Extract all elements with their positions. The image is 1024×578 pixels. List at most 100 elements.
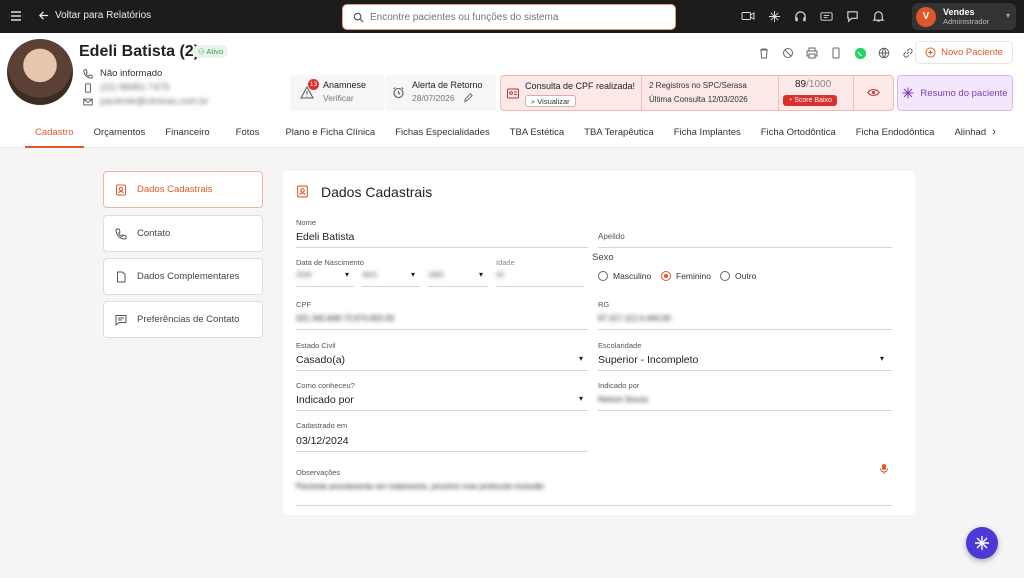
sidenav-dados-cadastrais[interactable]: Dados Cadastrais xyxy=(103,171,263,208)
return-alert-title: Alerta de Retorno xyxy=(412,80,483,90)
sparkle-icon[interactable] xyxy=(766,8,782,24)
new-patient-label: Novo Paciente xyxy=(941,47,1003,58)
cadastrado-label: Cadastrado em xyxy=(296,421,348,430)
cpf-check-card: Consulta de CPF realizada! ⌕ Visualizar … xyxy=(500,75,894,111)
back-link[interactable]: Voltar para Relatórios xyxy=(38,10,151,21)
cpf-view-button[interactable]: ⌕ Visualizar xyxy=(525,95,576,107)
cpf-registros: 2 Registros no SPC/Serasa xyxy=(649,81,747,90)
rg-label: RG xyxy=(598,300,610,309)
headset-icon[interactable] xyxy=(792,8,808,24)
idade-label: Idade xyxy=(496,258,515,267)
nasc-month-value: 4822 xyxy=(362,272,378,279)
escolaridade-select[interactable]: Superior - Incompleto xyxy=(598,354,698,366)
anamnese-card[interactable]: 13 Anamnese Verificar xyxy=(290,75,385,111)
apelido-label: Apelido xyxy=(598,232,625,241)
block-icon[interactable] xyxy=(780,45,796,61)
patient-photo[interactable] xyxy=(7,39,73,105)
anamnese-title: Anamnese xyxy=(323,80,367,90)
user-menu[interactable]: V Vendes Administrador ▾ xyxy=(912,3,1016,30)
trash-icon[interactable] xyxy=(756,45,772,61)
sidenav-preferencias-contato[interactable]: Preferências de Contato xyxy=(103,301,263,338)
sexo-outro-radio[interactable]: Outro xyxy=(720,271,756,281)
sidenav-dados-complementares[interactable]: Dados Complementares xyxy=(103,258,263,295)
como-conheceu-select[interactable]: Indicado por xyxy=(296,394,354,406)
return-alert-card[interactable]: Alerta de Retorno 28/07/2026 xyxy=(386,75,496,111)
tab-fichas-especialidades[interactable]: Fichas Especialidades xyxy=(385,117,500,148)
caret-down-icon[interactable]: ▾ xyxy=(345,270,349,279)
search-icon xyxy=(353,12,364,23)
sexo-label: Sexo xyxy=(592,252,614,263)
globe-icon[interactable] xyxy=(876,45,892,61)
tab-orcamentos[interactable]: Orçamentos xyxy=(84,117,156,148)
score-value: 89 xyxy=(795,79,807,90)
bell-icon[interactable] xyxy=(870,8,886,24)
tab-fotos[interactable]: Fotos xyxy=(220,117,276,148)
mobile-icon[interactable] xyxy=(828,45,844,61)
cpf-field[interactable]: 001.345.849-73.974.902.00 xyxy=(296,314,394,323)
caret-down-icon[interactable]: ▾ xyxy=(579,394,583,403)
sparkle-icon xyxy=(902,87,914,99)
new-patient-button[interactable]: Novo Paciente xyxy=(915,41,1013,64)
chevron-right-icon[interactable]: › xyxy=(992,126,996,138)
chat-icon[interactable] xyxy=(844,8,860,24)
megaphone-icon[interactable] xyxy=(818,8,834,24)
escolaridade-label: Escolaridade xyxy=(598,341,642,350)
dados-cadastrais-panel: Dados Cadastrais Nome Edeli Batista Apel… xyxy=(283,171,915,515)
chevron-down-icon: ▾ xyxy=(1005,11,1010,20)
caret-down-icon[interactable]: ▾ xyxy=(411,270,415,279)
score-display: 89/1000 xyxy=(795,79,831,90)
patient-summary-button[interactable]: Resumo do paciente xyxy=(897,75,1013,111)
caret-down-icon[interactable]: ▾ xyxy=(479,270,483,279)
tab-ficha-ortodontica[interactable]: Ficha Ortodôntica xyxy=(751,117,846,148)
whatsapp-icon[interactable] xyxy=(852,45,868,61)
phone-row: Não informado xyxy=(83,68,162,79)
search-input[interactable] xyxy=(370,11,660,23)
user-avatar: V xyxy=(916,6,936,27)
edit-pencil-icon[interactable] xyxy=(463,93,473,106)
rg-field[interactable]: 97.317.112.4.444.00 xyxy=(598,314,671,323)
eye-icon[interactable] xyxy=(867,87,880,101)
apelido-field[interactable] xyxy=(598,247,892,248)
score-low-badge: ◔ Score Baixo xyxy=(783,95,837,106)
phone-icon xyxy=(83,68,93,79)
ai-assistant-button[interactable] xyxy=(966,527,998,559)
indicado-por-field[interactable]: Nelson Souza xyxy=(598,395,648,404)
sidenav-label: Preferências de Contato xyxy=(137,314,240,325)
top-bar: Voltar para Relatórios V Vendes Administ… xyxy=(0,0,1024,33)
tab-tba-terapeutica[interactable]: TBA Terapêutica xyxy=(574,117,664,148)
nasc-label: Data de Nascimento xyxy=(296,258,364,267)
tab-tba-estetica[interactable]: TBA Estética xyxy=(500,117,574,148)
sidenav-label: Dados Complementares xyxy=(137,271,240,282)
tab-plano-ficha-clinica[interactable]: Plano e Ficha Clínica xyxy=(275,117,385,148)
tab-ficha-implantes[interactable]: Ficha Implantes xyxy=(664,117,751,148)
sidenav-label: Dados Cadastrais xyxy=(137,184,213,195)
indicado-por-label: Indicado por xyxy=(598,381,640,390)
sexo-masculino-radio[interactable]: Masculino xyxy=(598,271,651,281)
nome-label: Nome xyxy=(296,218,317,227)
microphone-icon[interactable] xyxy=(879,463,889,478)
tab-alinhadores[interactable]: Alinhad xyxy=(944,117,990,148)
mobile-row: (11) 98481-7475 xyxy=(83,82,170,93)
tab-financeiro[interactable]: Financeiro xyxy=(155,117,219,148)
caret-down-icon[interactable]: ▾ xyxy=(579,354,583,363)
radio-label: Outro xyxy=(735,271,757,281)
back-label: Voltar para Relatórios xyxy=(55,10,152,21)
anamnese-count-badge: 13 xyxy=(308,79,319,90)
sexo-feminino-radio[interactable]: Feminino xyxy=(661,271,711,281)
video-icon[interactable] xyxy=(740,8,756,24)
caret-down-icon[interactable]: ▾ xyxy=(880,354,884,363)
link-icon[interactable] xyxy=(900,45,916,61)
observacoes-field[interactable]: Paciente previamente em tratamento, prox… xyxy=(296,482,544,491)
estado-civil-select[interactable]: Casado(a) xyxy=(296,354,345,366)
hamburger-menu-icon[interactable] xyxy=(9,9,23,23)
sidenav-contato[interactable]: Contato xyxy=(103,215,263,252)
score-label: Score Baixo xyxy=(794,97,832,104)
email-row: paciente@clinicas.com.br xyxy=(83,96,208,107)
tab-ficha-endodontica[interactable]: Ficha Endodôntica xyxy=(846,117,945,148)
print-icon[interactable] xyxy=(804,45,820,61)
nome-field[interactable]: Edeli Batista xyxy=(296,231,354,243)
tab-cadastro[interactable]: Cadastro xyxy=(25,117,84,148)
global-search[interactable] xyxy=(342,4,676,30)
email-value: paciente@clinicas.com.br xyxy=(100,96,209,107)
user-name: Vendes xyxy=(943,6,975,17)
